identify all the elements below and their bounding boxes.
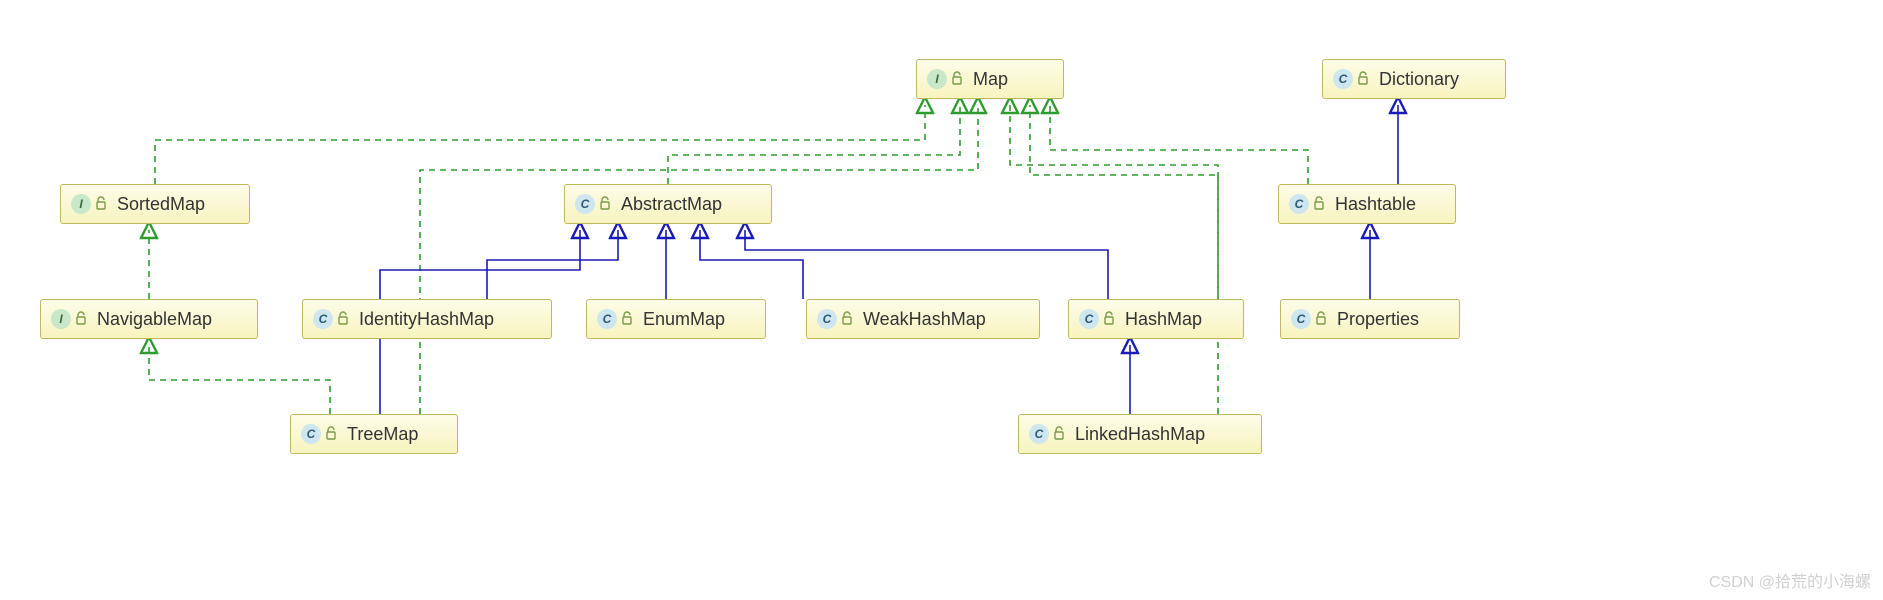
- node-label: HashMap: [1125, 309, 1202, 330]
- node-label: Dictionary: [1379, 69, 1459, 90]
- node-hashmap[interactable]: C HashMap: [1068, 299, 1244, 339]
- node-label: Map: [973, 69, 1008, 90]
- node-abstractmap[interactable]: C AbstractMap: [564, 184, 772, 224]
- edge-abstractmap-to-map: [668, 105, 960, 184]
- lock-icon: [599, 196, 611, 213]
- lock-icon: [325, 426, 337, 443]
- edge-hashmap-to-abstractmap: [745, 230, 1108, 299]
- lock-icon: [841, 311, 853, 328]
- node-navigablemap[interactable]: I NavigableMap: [40, 299, 258, 339]
- interface-icon: I: [51, 309, 71, 329]
- class-icon: C: [817, 309, 837, 329]
- edge-hashmap-to-map: [1010, 105, 1218, 299]
- lock-icon: [95, 196, 107, 213]
- class-icon: C: [1289, 194, 1309, 214]
- class-icon: C: [313, 309, 333, 329]
- node-label: AbstractMap: [621, 194, 722, 215]
- node-sortedmap[interactable]: I SortedMap: [60, 184, 250, 224]
- lock-icon: [1103, 311, 1115, 328]
- node-label: WeakHashMap: [863, 309, 986, 330]
- node-label: EnumMap: [643, 309, 725, 330]
- node-hashtable[interactable]: C Hashtable: [1278, 184, 1456, 224]
- node-label: LinkedHashMap: [1075, 424, 1205, 445]
- class-icon: C: [597, 309, 617, 329]
- class-icon: C: [1079, 309, 1099, 329]
- edge-identityhashmap-to-abstractmap: [487, 230, 618, 299]
- class-icon: C: [301, 424, 321, 444]
- node-label: SortedMap: [117, 194, 205, 215]
- class-icon: C: [1029, 424, 1049, 444]
- node-label: Properties: [1337, 309, 1419, 330]
- node-enummap[interactable]: C EnumMap: [586, 299, 766, 339]
- class-icon: C: [1333, 69, 1353, 89]
- interface-icon: I: [71, 194, 91, 214]
- lock-icon: [1315, 311, 1327, 328]
- node-label: TreeMap: [347, 424, 418, 445]
- node-linkedhashmap[interactable]: C LinkedHashMap: [1018, 414, 1262, 454]
- class-icon: C: [1291, 309, 1311, 329]
- edge-hashtable-to-map: [1050, 105, 1308, 184]
- node-map[interactable]: I Map: [916, 59, 1064, 99]
- edge-sortedmap-to-map: [155, 105, 925, 184]
- lock-icon: [75, 311, 87, 328]
- lock-icon: [1053, 426, 1065, 443]
- node-dictionary[interactable]: C Dictionary: [1322, 59, 1506, 99]
- node-identityhashmap[interactable]: C IdentityHashMap: [302, 299, 552, 339]
- lock-icon: [337, 311, 349, 328]
- edge-weakhashmap-to-abstractmap: [700, 230, 803, 299]
- node-label: NavigableMap: [97, 309, 212, 330]
- edge-treemap-to-map: [420, 105, 978, 414]
- lock-icon: [1357, 71, 1369, 88]
- node-properties[interactable]: C Properties: [1280, 299, 1460, 339]
- lock-icon: [951, 71, 963, 88]
- watermark: CSDN @拾荒的小海螺: [1709, 568, 1871, 592]
- class-icon: C: [575, 194, 595, 214]
- node-treemap[interactable]: C TreeMap: [290, 414, 458, 454]
- lock-icon: [621, 311, 633, 328]
- interface-icon: I: [927, 69, 947, 89]
- edge-treemap-to-navigablemap: [149, 345, 330, 414]
- lock-icon: [1313, 196, 1325, 213]
- node-weakhashmap[interactable]: C WeakHashMap: [806, 299, 1040, 339]
- edge-linkedhashmap-to-map: [1030, 105, 1218, 414]
- node-label: Hashtable: [1335, 194, 1416, 215]
- node-label: IdentityHashMap: [359, 309, 494, 330]
